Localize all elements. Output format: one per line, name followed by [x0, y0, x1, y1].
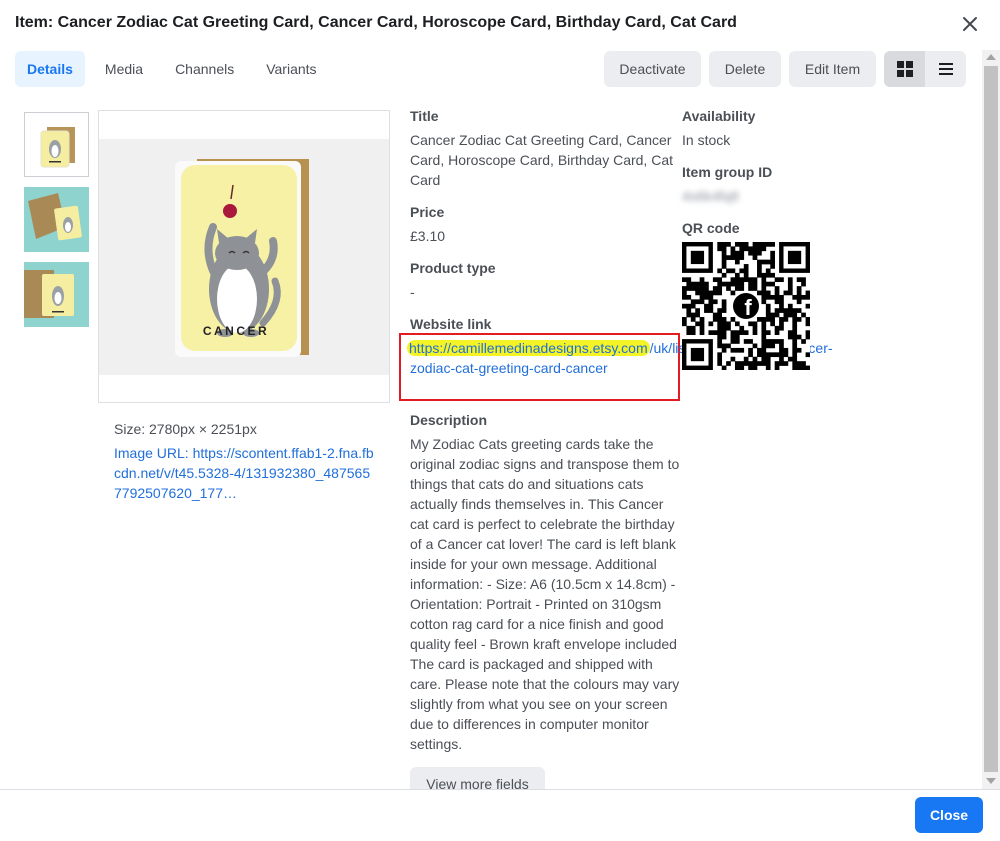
- image-url-link[interactable]: Image URL: https://scontent.ffab1-2.fna.…: [114, 443, 376, 503]
- tab-variants[interactable]: Variants: [254, 51, 328, 87]
- dialog-footer: [0, 789, 1000, 841]
- tab-media[interactable]: Media: [93, 51, 155, 87]
- view-mode-toggle: [884, 51, 966, 87]
- availability-label: Availability: [682, 108, 756, 124]
- dialog-header: Item: Cancer Zodiac Cat Greeting Card, C…: [0, 0, 1000, 48]
- qr-code: f: [682, 242, 811, 371]
- grid-view-icon[interactable]: [884, 51, 925, 87]
- facebook-logo-glyph: f: [744, 295, 752, 320]
- thumbnail-3[interactable]: [24, 262, 89, 327]
- scrollbar[interactable]: [982, 50, 1000, 790]
- close-button[interactable]: Close: [915, 797, 983, 833]
- scroll-up-arrow[interactable]: [986, 54, 996, 60]
- item-details-dialog: Item: Cancer Zodiac Cat Greeting Card, C…: [0, 0, 1000, 841]
- details-column-side: Availability In stock Item group ID 4s6k…: [682, 106, 882, 250]
- edit-item-button[interactable]: Edit Item: [789, 51, 876, 87]
- availability-value: In stock: [682, 132, 731, 148]
- description-value: My Zodiac Cats greeting cards take the o…: [410, 436, 680, 752]
- item-group-value: 4s6k4fq8: [682, 188, 739, 204]
- tab-bar: Details Media Channels Variants: [15, 51, 329, 87]
- list-view-icon[interactable]: [925, 51, 966, 87]
- product-type-label: Product type: [410, 260, 496, 276]
- scroll-down-arrow[interactable]: [986, 778, 996, 784]
- delete-button[interactable]: Delete: [709, 51, 781, 87]
- title-value: Cancer Zodiac Cat Greeting Card, Cancer …: [410, 132, 673, 188]
- product-type-value: -: [410, 284, 415, 300]
- website-link-domain[interactable]: https://camillemedinadesigns.etsy.com: [407, 340, 650, 356]
- details-column-main: Title Cancer Zodiac Cat Greeting Card, C…: [410, 106, 680, 346]
- tab-channels[interactable]: Channels: [163, 51, 246, 87]
- card-caption: CANCER: [203, 324, 269, 338]
- website-link[interactable]: https://camillemedinadesigns.etsy.com/uk…: [407, 338, 833, 378]
- price-value: £3.10: [410, 228, 446, 244]
- price-label: Price: [410, 204, 445, 220]
- qr-code-label: QR code: [682, 220, 740, 236]
- product-image: CANCER: [98, 110, 390, 403]
- scrollbar-thumb[interactable]: [984, 66, 998, 772]
- description-label: Description: [410, 412, 488, 428]
- website-link-label: Website link: [410, 316, 492, 332]
- dialog-title: Item: Cancer Zodiac Cat Greeting Card, C…: [15, 14, 737, 31]
- image-size: Size: 2780px × 2251px: [114, 421, 257, 437]
- thumbnail-1[interactable]: [24, 112, 89, 177]
- thumbnail-2[interactable]: [24, 187, 89, 252]
- image-meta: Size: 2780px × 2251px Image URL: https:/…: [114, 419, 376, 503]
- title-label: Title: [410, 108, 439, 124]
- deactivate-button[interactable]: Deactivate: [604, 51, 701, 87]
- tab-details[interactable]: Details: [15, 51, 85, 87]
- close-icon[interactable]: [960, 14, 980, 34]
- item-group-label: Item group ID: [682, 164, 773, 180]
